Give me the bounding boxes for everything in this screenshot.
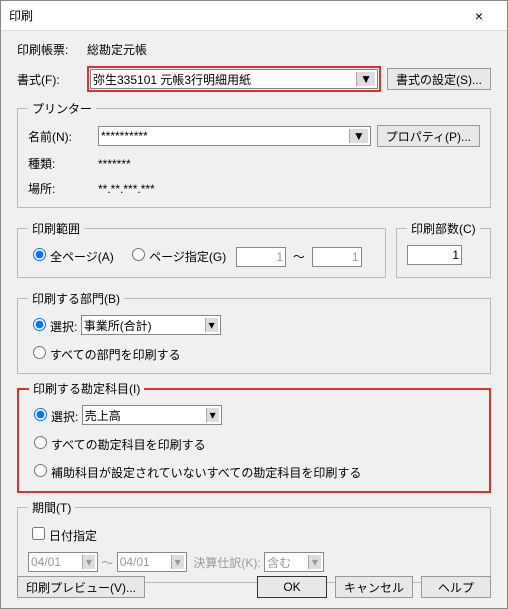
chevron-down-icon: ▼ xyxy=(356,72,375,86)
dept-group: 印刷する部門(B) 選択: 事業所(合計) ▾ すべての部門を印刷する xyxy=(17,290,491,374)
range-legend: 印刷範囲 xyxy=(28,220,84,237)
help-button[interactable]: ヘルプ xyxy=(421,576,491,598)
dept-legend: 印刷する部門(B) xyxy=(28,290,124,307)
format-select[interactable]: 弥生335101 元帳3行明細用紙 ▼ xyxy=(90,69,378,89)
cancel-button[interactable]: キャンセル xyxy=(335,576,413,598)
window-title: 印刷 xyxy=(9,7,459,24)
account-group: 印刷する勘定科目(I) 選択: 売上高 ▾ すべての勘定科目を印刷する 補助科目… xyxy=(17,380,491,493)
account-noaux-radio[interactable]: 補助科目が設定されていないすべての勘定科目を印刷する xyxy=(29,466,361,480)
format-label: 書式(F): xyxy=(17,71,87,88)
format-select-value: 弥生335101 元帳3行明細用紙 xyxy=(93,71,251,88)
copies-legend: 印刷部数(C) xyxy=(407,220,480,237)
period-to-input: 04/01▾ xyxy=(117,552,187,572)
range-pages-radio[interactable]: ページ指定(G) xyxy=(127,250,226,264)
adjustment-select: 含む▾ xyxy=(264,552,324,572)
dept-select-radio[interactable]: 選択: xyxy=(28,315,77,335)
range-all-radio[interactable]: 全ページ(A) xyxy=(28,250,114,264)
printer-type-value: ******* xyxy=(98,157,131,171)
period-from-input: 04/01▾ xyxy=(28,552,98,572)
account-select-radio[interactable]: 選択: xyxy=(29,405,78,425)
print-preview-button[interactable]: 印刷プレビュー(V)... xyxy=(17,576,145,598)
report-value: 総勘定元帳 xyxy=(87,41,147,58)
chevron-down-icon: ▼ xyxy=(349,129,368,143)
printer-group: プリンター 名前(N): ********** ▼ プロパティ(P)... 種類… xyxy=(17,100,491,208)
ok-button[interactable]: OK xyxy=(257,576,327,598)
period-group: 期間(T) 日付指定 04/01▾ ～ 04/01▾ 決算仕訳(K): 含む▾ xyxy=(17,499,491,583)
dept-select[interactable]: 事業所(合計) ▾ xyxy=(81,315,221,335)
range-to-input[interactable]: 1 xyxy=(312,247,362,267)
format-settings-button[interactable]: 書式の設定(S)... xyxy=(387,68,491,90)
printer-location-label: 場所: xyxy=(28,180,98,197)
printer-location-value: **.**.***.*** xyxy=(98,182,155,196)
copies-input[interactable]: 1 xyxy=(407,245,462,265)
account-legend: 印刷する勘定科目(I) xyxy=(29,380,144,397)
report-label: 印刷帳票: xyxy=(17,41,87,58)
copies-group: 印刷部数(C) 1 xyxy=(396,220,491,278)
period-legend: 期間(T) xyxy=(28,499,75,516)
range-from-input[interactable]: 1 xyxy=(236,247,286,267)
printer-properties-button[interactable]: プロパティ(P)... xyxy=(377,125,480,147)
account-select[interactable]: 売上高 ▾ xyxy=(82,405,222,425)
account-all-radio[interactable]: すべての勘定科目を印刷する xyxy=(29,433,206,453)
chevron-down-icon: ▾ xyxy=(205,318,218,332)
chevron-down-icon: ▾ xyxy=(206,408,219,422)
adjustment-label: 決算仕訳(K): xyxy=(193,554,260,571)
close-icon[interactable]: × xyxy=(459,8,499,24)
dept-all-radio[interactable]: すべての部門を印刷する xyxy=(28,348,181,362)
printer-name-select[interactable]: ********** ▼ xyxy=(98,126,371,146)
range-group: 印刷範囲 全ページ(A) ページ指定(G) 1 ～ 1 xyxy=(17,220,386,278)
printer-legend: プリンター xyxy=(28,100,96,117)
printer-type-label: 種類: xyxy=(28,155,98,172)
period-date-check[interactable]: 日付指定 xyxy=(28,524,97,544)
printer-name-label: 名前(N): xyxy=(28,128,98,145)
